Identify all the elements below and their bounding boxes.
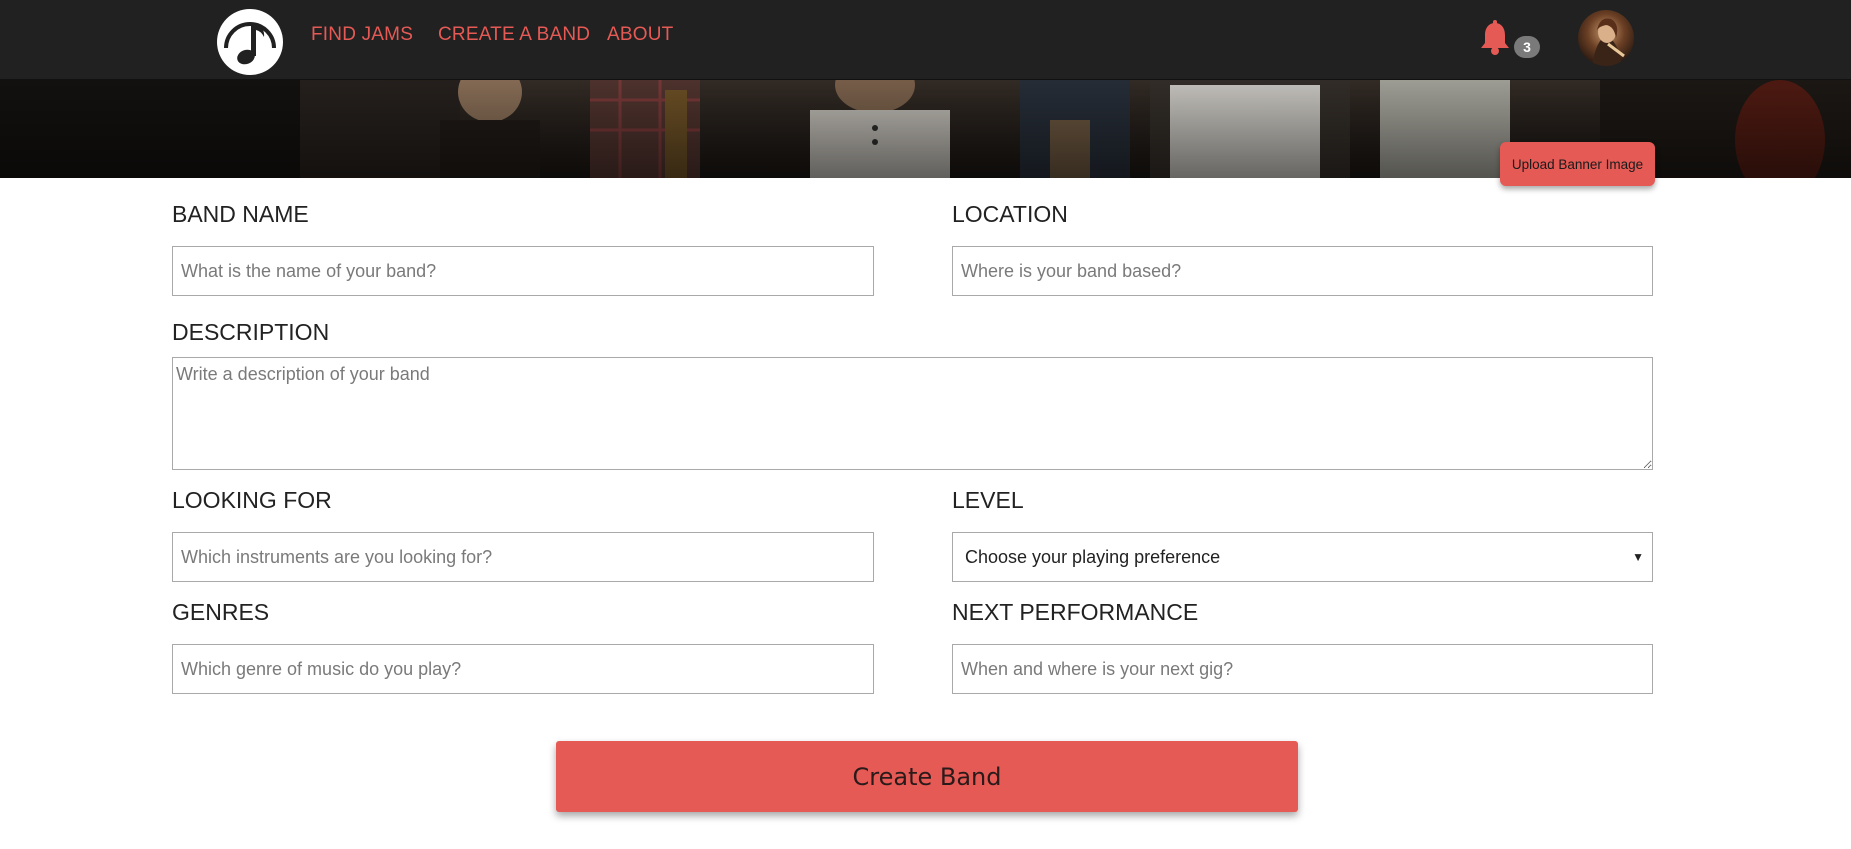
nav-create-a-band[interactable]: CREATE A BAND xyxy=(438,24,590,46)
navbar: FIND JAMS CREATE A BAND ABOUT 3 xyxy=(0,0,1851,80)
level-selected-value: Choose your playing preference xyxy=(965,547,1221,567)
description-label: DESCRIPTION xyxy=(172,319,330,345)
next-performance-label: NEXT PERFORMANCE xyxy=(952,599,1199,625)
genres-input[interactable] xyxy=(172,644,874,694)
band-name-label: BAND NAME xyxy=(172,201,309,227)
music-note-logo-icon[interactable] xyxy=(216,8,284,76)
looking-for-input[interactable] xyxy=(172,532,874,582)
description-textarea[interactable] xyxy=(172,357,1653,470)
next-performance-input[interactable] xyxy=(952,644,1653,694)
location-input[interactable] xyxy=(952,246,1653,296)
upload-banner-button[interactable]: Upload Banner Image xyxy=(1500,142,1655,186)
bell-icon[interactable] xyxy=(1478,20,1512,56)
create-band-button[interactable]: Create Band xyxy=(556,741,1298,812)
nav-about[interactable]: ABOUT xyxy=(607,24,673,46)
band-name-input[interactable] xyxy=(172,246,874,296)
avatar[interactable] xyxy=(1578,10,1634,66)
level-select[interactable]: Choose your playing preference ▼ xyxy=(952,532,1653,582)
genres-label: GENRES xyxy=(172,599,270,625)
caret-down-icon: ▼ xyxy=(1632,550,1644,564)
notification-count-badge: 3 xyxy=(1514,36,1540,58)
location-label: LOCATION xyxy=(952,201,1068,227)
looking-for-label: LOOKING FOR xyxy=(172,487,332,513)
level-label: LEVEL xyxy=(952,487,1024,513)
nav-find-jams[interactable]: FIND JAMS xyxy=(311,24,413,46)
